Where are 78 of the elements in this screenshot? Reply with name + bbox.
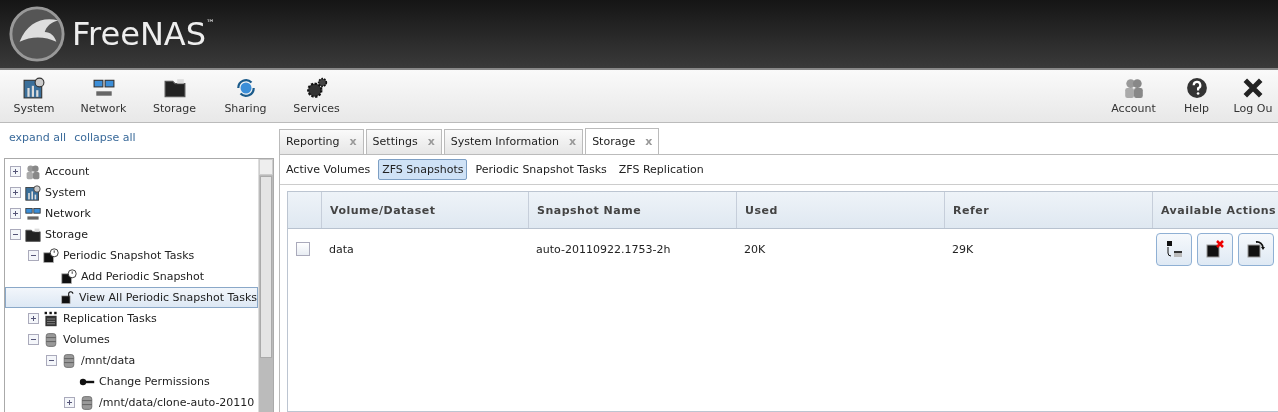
tab[interactable]: Storage x [585,128,660,155]
trademark-sign: ™ [206,18,216,28]
expand-toggle[interactable] [64,397,75,408]
column-header[interactable]: Available Actions [1152,192,1278,228]
toolbar-button[interactable]: Log Ou [1228,70,1278,122]
expand-toggle[interactable] [10,166,21,177]
tree-item[interactable]: Account [5,161,258,182]
tree-item[interactable]: Change Permissions [5,371,258,392]
sub-tab[interactable]: ZFS Snapshots [378,159,468,180]
bar-chart-icon [23,77,45,99]
database-icon [79,394,95,411]
tab[interactable]: System Information x [443,129,584,154]
toolbar-button[interactable]: Storage [139,70,210,122]
toolbar-button[interactable]: Account [1102,70,1165,122]
globe-arrows-icon [234,77,257,99]
database-icon [61,352,77,369]
collapse-toggle[interactable] [28,334,39,345]
tree-item[interactable]: /mnt/data/clone-auto-20110 [5,392,258,412]
action-button[interactable] [1197,232,1233,266]
database-icon [43,331,59,348]
collapse-all-link[interactable]: collapse all [74,131,136,144]
table-cell-text: auto-20110922.1753-2h [535,242,672,256]
action-button[interactable] [1156,232,1192,266]
tree-item[interactable]: Network [5,203,258,224]
scrollbar[interactable] [258,159,273,412]
tree-item[interactable]: Storage [5,224,258,245]
snapshot-clock-icon [43,247,59,264]
expand-toggle[interactable] [10,187,21,198]
logo-text: FreeNAS [72,15,207,53]
tree-item[interactable]: Add Periodic Snapshot [5,266,258,287]
table-cell-text: data [328,242,355,256]
action-button[interactable] [1238,232,1274,266]
clone-snapshot-icon [1164,239,1184,259]
column-header[interactable]: Snapshot Name [528,192,736,228]
users-icon [25,163,41,180]
sub-tab[interactable]: Active Volumes [282,159,375,180]
tree-item[interactable]: /mnt/data [5,350,258,371]
expand-toggle[interactable] [10,208,21,219]
collapse-toggle[interactable] [46,355,57,366]
film-strip-icon [43,310,59,327]
tree-item[interactable]: System [5,182,258,203]
snapshot-rollback-icon [1246,239,1266,259]
column-header[interactable]: Used [736,192,944,228]
expand-all-link[interactable]: expand all [9,131,67,144]
table-cell-text: 29K [951,242,975,256]
tree-item[interactable]: Volumes [5,329,258,350]
tree-item[interactable]: Replication Tasks [5,308,258,329]
tab[interactable]: Settings x [365,129,442,154]
tree-item[interactable]: Periodic Snapshot Tasks [5,245,258,266]
snapshot-delete-icon [1205,239,1225,259]
folder-icon [163,77,186,99]
close-icon [1242,77,1264,99]
table-cell-text: 20K [743,242,767,256]
help-icon [1185,77,1208,99]
network-computers-icon [92,77,115,99]
expand-toggle[interactable] [28,313,39,324]
toolbar-button[interactable]: Network [68,70,139,122]
collapse-toggle[interactable] [28,250,39,261]
tree-item[interactable]: View All Periodic Snapshot Tasks [5,287,258,308]
collapse-toggle[interactable] [10,229,21,240]
snapshot-clock-icon [61,268,77,285]
toolbar-button[interactable]: Help [1165,70,1228,122]
network-computers-icon [25,205,41,222]
shark-logo-icon [8,5,66,63]
bar-chart-icon [25,184,41,201]
sub-tab[interactable]: ZFS Replication [614,159,708,180]
row-checkbox[interactable] [296,242,310,256]
column-header[interactable]: Refer [944,192,1152,228]
toolbar-button[interactable]: System [0,70,68,122]
toolbar-button[interactable]: Sharing [210,70,281,122]
folder-icon [25,226,41,243]
gears-icon [305,77,328,99]
column-header[interactable]: Volume/Dataset [321,192,528,228]
tab[interactable]: Reporting x [279,129,364,154]
sub-tab[interactable]: Periodic Snapshot Tasks [471,159,611,180]
toolbar-button[interactable]: Services [281,70,352,122]
users-icon [1122,77,1145,99]
snapshot-lock-icon [61,289,75,306]
